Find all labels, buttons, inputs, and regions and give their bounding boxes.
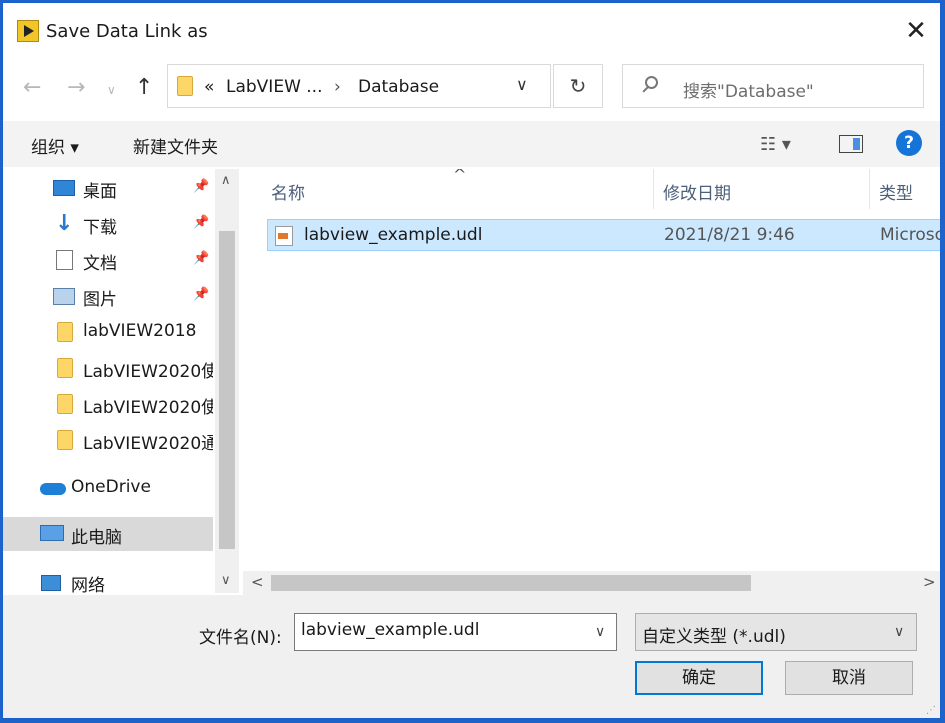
- column-divider[interactable]: [653, 169, 654, 209]
- back-arrow-icon[interactable]: ←: [23, 75, 41, 100]
- column-header-type[interactable]: 类型: [879, 179, 913, 204]
- nav-item-label: LabVIEW2020使: [83, 362, 213, 382]
- pin-icon: 📌: [193, 179, 210, 194]
- search-placeholder: 搜索"Database": [683, 82, 814, 102]
- column-divider[interactable]: [869, 169, 870, 209]
- folder-icon: [57, 322, 73, 342]
- document-icon: [56, 250, 73, 270]
- scroll-up-icon[interactable]: ∧: [221, 173, 231, 188]
- refresh-icon: ↻: [569, 74, 587, 98]
- filetype-select[interactable]: 自定义类型 (*.udl) ∨: [635, 613, 917, 651]
- forward-arrow-icon[interactable]: →: [67, 75, 85, 100]
- save-options-panel: 文件名(N): ∨ 自定义类型 (*.udl) ∨ 确定 取消 ⋰: [3, 595, 940, 718]
- address-bar[interactable]: « LabVIEW ... › Database ∨: [167, 64, 551, 108]
- nav-item-downloads[interactable]: ↓ 下载 📌: [3, 207, 213, 241]
- search-box[interactable]: 搜索"Database": [622, 64, 924, 108]
- preview-pane-icon[interactable]: [839, 135, 863, 153]
- desktop-icon: [53, 180, 75, 196]
- cancel-button[interactable]: 取消: [785, 661, 913, 695]
- file-name: labview_example.udl: [304, 225, 483, 245]
- computer-icon: [40, 525, 64, 541]
- sort-ascending-icon: ^: [453, 169, 467, 184]
- breadcrumb-database[interactable]: Database: [358, 77, 439, 97]
- scrollbar-thumb[interactable]: [271, 575, 751, 591]
- file-row[interactable]: labview_example.udl 2021/8/21 9:46 Micro…: [267, 219, 940, 251]
- filename-combobox[interactable]: ∨: [294, 613, 617, 651]
- nav-item-network[interactable]: 网络: [3, 565, 213, 599]
- file-type: Microsof: [880, 225, 940, 245]
- navigation-pane: 桌面 📌 ↓ 下载 📌 文档 📌 图片 📌 labVIEW2018 LabVIE…: [3, 169, 241, 596]
- scroll-right-icon[interactable]: >: [923, 573, 936, 591]
- folder-icon: [177, 76, 193, 96]
- search-icon: [645, 76, 658, 89]
- nav-item-label: 桌面: [83, 182, 117, 202]
- labview-app-icon: [17, 20, 39, 42]
- scrollbar-thumb[interactable]: [219, 231, 235, 549]
- nav-item-folder[interactable]: LabVIEW2020通: [3, 423, 213, 457]
- nav-pane-scrollbar[interactable]: ∧ ∨: [215, 169, 239, 593]
- refresh-button[interactable]: ↻: [553, 64, 603, 108]
- column-header-name[interactable]: 名称: [271, 179, 305, 204]
- pictures-icon: [53, 288, 75, 305]
- folder-icon: [57, 430, 73, 450]
- breadcrumb-overflow[interactable]: «: [204, 77, 214, 97]
- chevron-down-icon[interactable]: ∨: [595, 624, 605, 640]
- scroll-left-icon[interactable]: <: [251, 573, 264, 591]
- breadcrumb-separator: ›: [334, 77, 341, 97]
- nav-item-label: labVIEW2018: [83, 321, 197, 341]
- close-icon[interactable]: ✕: [898, 13, 934, 49]
- nav-item-this-pc[interactable]: 此电脑: [3, 517, 213, 551]
- nav-item-label: OneDrive: [71, 477, 151, 497]
- new-folder-button[interactable]: 新建文件夹: [133, 133, 218, 158]
- scroll-down-icon[interactable]: ∨: [221, 573, 231, 588]
- chevron-down-icon[interactable]: ∨: [894, 624, 904, 640]
- nav-item-label: 此电脑: [71, 528, 122, 548]
- nav-item-label: 图片: [83, 290, 117, 310]
- nav-item-documents[interactable]: 文档 📌: [3, 243, 213, 277]
- filename-input[interactable]: [301, 620, 581, 640]
- nav-item-pictures[interactable]: 图片 📌: [3, 279, 213, 313]
- up-arrow-icon[interactable]: ↑: [135, 75, 153, 100]
- nav-item-folder[interactable]: LabVIEW2020使: [3, 351, 213, 385]
- nav-item-label: 网络: [71, 576, 105, 596]
- file-list-horizontal-scrollbar[interactable]: < >: [243, 571, 940, 595]
- nav-item-label: LabVIEW2020通: [83, 434, 213, 454]
- view-options-icon[interactable]: ☷ ▾: [760, 134, 791, 155]
- folder-icon: [57, 394, 73, 414]
- download-icon: ↓: [55, 211, 74, 236]
- nav-item-folder[interactable]: labVIEW2018: [3, 315, 213, 349]
- window-title: Save Data Link as: [46, 21, 208, 42]
- pin-icon: 📌: [193, 215, 210, 230]
- chevron-down-icon[interactable]: ∨: [516, 75, 528, 94]
- filename-label: 文件名(N):: [199, 628, 282, 648]
- filetype-value: 自定义类型 (*.udl): [642, 627, 786, 647]
- nav-item-folder[interactable]: LabVIEW2020使: [3, 387, 213, 421]
- folder-icon: [57, 358, 73, 378]
- udl-file-icon: [275, 226, 293, 246]
- pin-icon: 📌: [193, 287, 210, 302]
- file-list: ^ 名称 修改日期 类型 labview_example.udl 2021/8/…: [243, 169, 940, 593]
- command-toolbar: 组织 ▾ 新建文件夹 ☷ ▾ ?: [3, 121, 940, 167]
- title-bar: Save Data Link as ✕: [3, 3, 940, 61]
- ok-button[interactable]: 确定: [635, 661, 763, 695]
- help-icon[interactable]: ?: [896, 130, 922, 156]
- network-icon: [41, 575, 61, 591]
- save-dialog: Save Data Link as ✕ ← → ∨ ↑ « LabVIEW ..…: [2, 2, 941, 719]
- onedrive-icon: [40, 483, 66, 495]
- file-modified: 2021/8/21 9:46: [664, 225, 795, 245]
- nav-item-label: 文档: [83, 254, 117, 274]
- nav-item-onedrive[interactable]: OneDrive: [3, 471, 213, 505]
- column-header-modified[interactable]: 修改日期: [663, 179, 731, 204]
- nav-item-desktop[interactable]: 桌面 📌: [3, 171, 213, 205]
- organize-menu[interactable]: 组织 ▾: [31, 133, 79, 158]
- resize-grip-icon[interactable]: ⋰: [926, 705, 936, 716]
- nav-item-label: LabVIEW2020使: [83, 398, 213, 418]
- nav-item-label: 下载: [83, 218, 117, 238]
- pin-icon: 📌: [193, 251, 210, 266]
- breadcrumb-labview[interactable]: LabVIEW ...: [226, 77, 323, 97]
- recent-locations-chevron-icon[interactable]: ∨: [107, 83, 116, 97]
